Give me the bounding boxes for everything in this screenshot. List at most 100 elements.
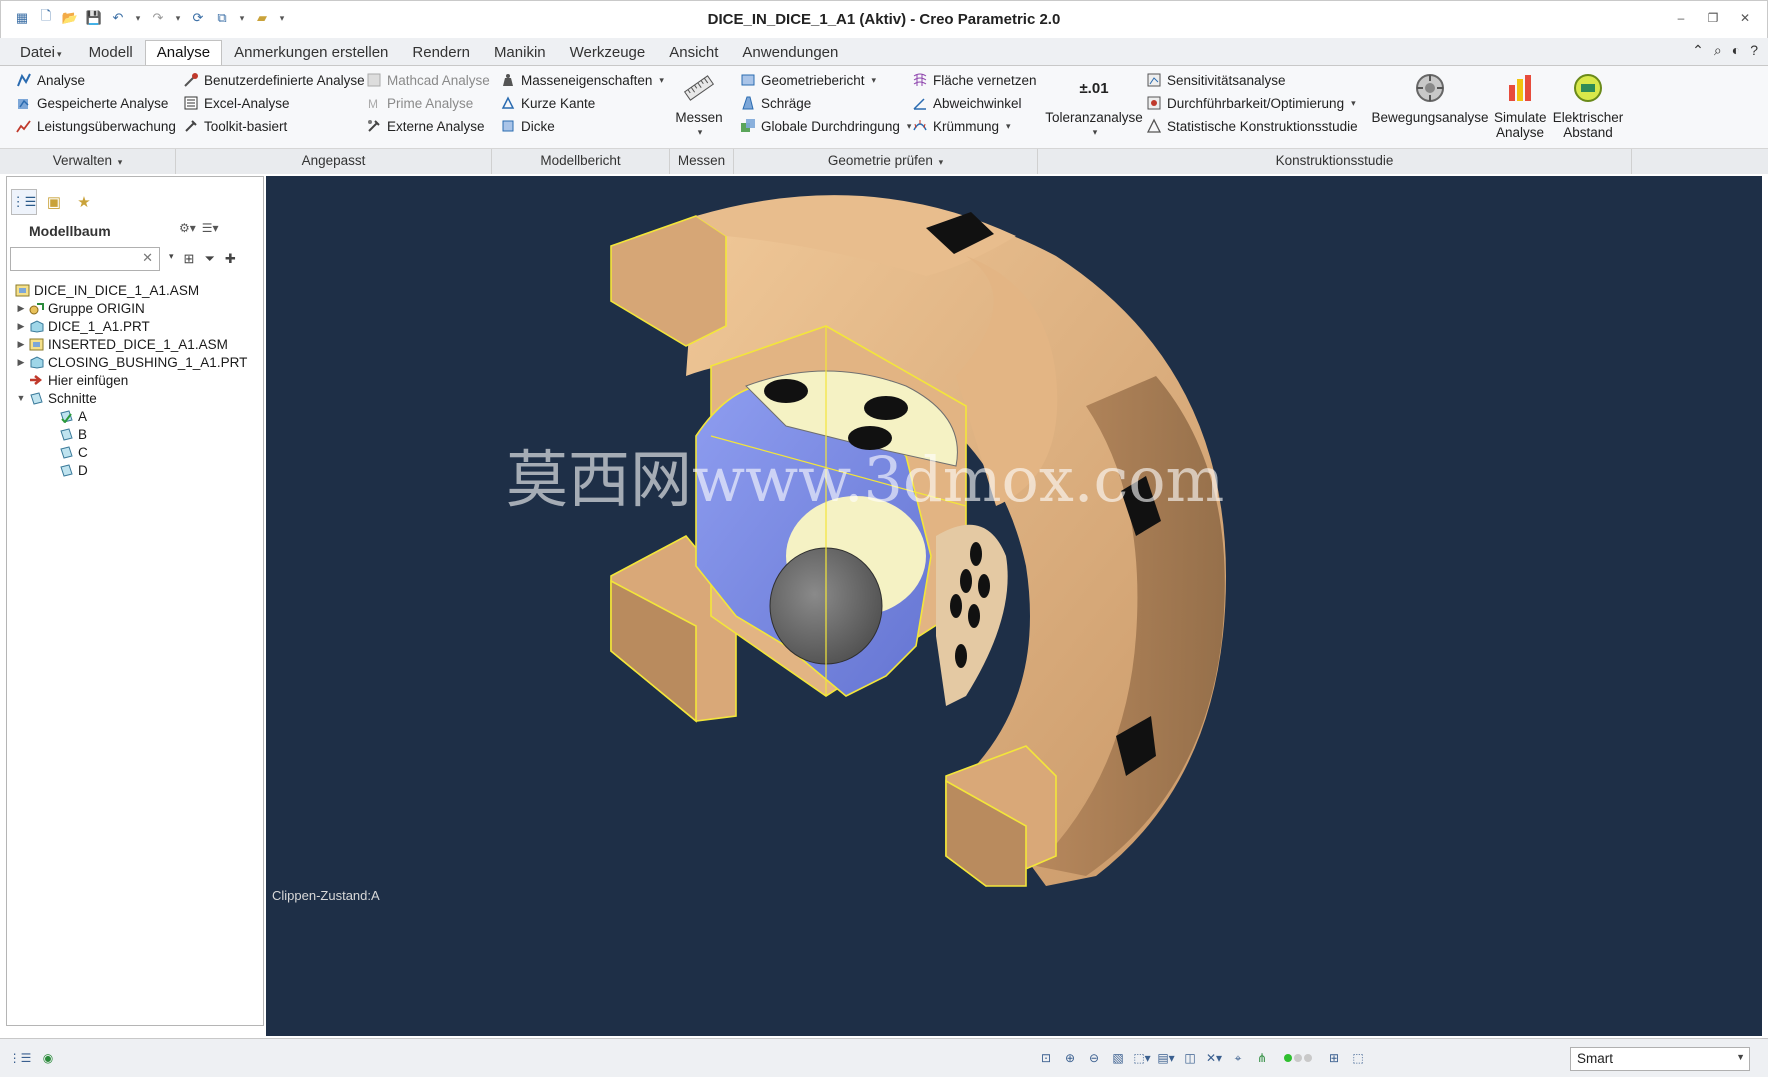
deviation-angle-button[interactable]: Abweichwinkel — [912, 92, 1022, 114]
find-icon[interactable]: ⊞ — [1324, 1049, 1344, 1067]
tab-modell[interactable]: Modell — [77, 40, 145, 66]
draft-button[interactable]: Schräge — [740, 92, 811, 114]
filter-icon[interactable]: ⏷ — [204, 251, 214, 267]
undo-icon[interactable]: ↶ — [109, 9, 127, 27]
browser-toggle-icon[interactable]: ◉ — [38, 1049, 58, 1067]
customize-icon[interactable]: ▾ — [277, 9, 287, 27]
feasibility-button[interactable]: Durchführbarkeit/Optimierung ▾ — [1146, 92, 1356, 114]
clear-icon[interactable]: ✕ — [142, 250, 153, 266]
datum-display-icon[interactable]: ✕▾ — [1204, 1049, 1224, 1067]
undo-dropdown-icon[interactable]: ▾ — [133, 9, 143, 27]
graphics-viewport[interactable]: 莫西网www.3dmox.com — [266, 176, 1762, 1036]
tree-item[interactable]: ▶ DICE_1_A1.PRT — [7, 317, 263, 335]
tolerance-analysis-button[interactable]: ±.01 Toleranzanalyse ▾ — [1044, 70, 1144, 140]
expand-icon[interactable]: ▶ — [15, 303, 27, 314]
saved-analysis-button[interactable]: Gespeicherte Analyse — [16, 92, 168, 114]
performance-monitor-button[interactable]: Leistungsüberwachung — [16, 115, 176, 137]
search-dropdown-icon[interactable]: ▾ — [169, 251, 174, 267]
zoom-in-icon[interactable]: ⊕ — [1060, 1049, 1080, 1067]
excel-analysis-button[interactable]: Excel-Analyse — [183, 92, 290, 114]
help-icon[interactable]: ? — [1750, 42, 1758, 59]
close-window-icon[interactable]: ▰ — [253, 9, 271, 27]
collapse-icon[interactable]: ▼ — [15, 393, 27, 403]
analyse-button[interactable]: Analyse — [16, 69, 85, 91]
measure-button[interactable]: Messen ▾ — [674, 70, 724, 140]
tree-item[interactable]: DICE_IN_DICE_1_A1.ASM — [7, 281, 263, 299]
tab-anwendungen[interactable]: Anwendungen — [730, 40, 850, 66]
folder-browser-tab[interactable]: ▣ — [41, 189, 67, 215]
view-manager-icon[interactable]: ◫ — [1180, 1049, 1200, 1067]
community-icon[interactable]: ◐ — [1732, 42, 1740, 59]
navigator-toggle-icon[interactable]: ⋮☰ — [9, 1049, 32, 1067]
expand-icon[interactable]: ▶ — [15, 357, 27, 368]
tree-settings-icon[interactable]: ⚙▾ — [179, 221, 196, 235]
tree-item[interactable]: ▶ Gruppe ORIGIN — [7, 299, 263, 317]
restore-icon[interactable]: ❐ — [1705, 11, 1721, 25]
statistical-study-button[interactable]: Statistische Konstruktionsstudie — [1146, 115, 1358, 137]
spin-center-icon[interactable]: ⌖ — [1228, 1049, 1248, 1067]
app-icon[interactable]: ▦ — [13, 9, 31, 27]
tree-item[interactable]: C — [7, 443, 263, 461]
simulate-analysis-button[interactable]: Simulate Analyse — [1494, 70, 1547, 140]
redo-icon[interactable]: ↷ — [149, 9, 167, 27]
external-analysis-button[interactable]: Externe Analyse — [366, 115, 485, 137]
tree-item[interactable]: ▶ CLOSING_BUSHING_1_A1.PRT — [7, 353, 263, 371]
collapse-ribbon-icon[interactable]: ⌃ — [1692, 42, 1704, 59]
selection-icon[interactable]: ⬚ — [1348, 1049, 1368, 1067]
favorites-tab[interactable]: ★ — [71, 189, 97, 215]
tree-item[interactable]: A — [7, 407, 263, 425]
zoom-out-icon[interactable]: ⊖ — [1084, 1049, 1104, 1067]
selection-filter[interactable]: Smart ▼ — [1570, 1047, 1750, 1071]
expand-icon[interactable]: ▶ — [15, 321, 27, 332]
tree-item[interactable]: ▼ Schnitte — [7, 389, 263, 407]
mathcad-analysis-button[interactable]: Mathcad Analyse — [366, 69, 490, 91]
saved-orientations-icon[interactable]: ⬚▾ — [1132, 1049, 1152, 1067]
tab-manikin[interactable]: Manikin — [482, 40, 558, 66]
tab-ansicht[interactable]: Ansicht — [657, 40, 730, 66]
model-tree-tab[interactable]: ⋮☰ — [11, 189, 37, 215]
new-icon[interactable]: 🗋 — [37, 8, 55, 27]
show-icon[interactable]: ☰▾ — [202, 221, 219, 235]
sensitivity-analysis-button[interactable]: Sensitivitätsanalyse — [1146, 69, 1286, 91]
tab-datei[interactable]: Datei ▾ — [8, 40, 77, 66]
geometry-report-button[interactable]: Geometriebericht ▾ — [740, 69, 876, 91]
tree-item[interactable]: B — [7, 425, 263, 443]
group-verwalten[interactable]: Verwalten ▾ — [0, 149, 176, 174]
curvature-button[interactable]: Krümmung ▾ — [912, 115, 1011, 137]
short-edge-button[interactable]: Kurze Kante — [500, 92, 595, 114]
tab-werkzeuge[interactable]: Werkzeuge — [558, 40, 658, 66]
thickness-button[interactable]: Dicke — [500, 115, 555, 137]
tree-search-input[interactable]: ✕ — [10, 247, 160, 271]
close-icon[interactable]: ✕ — [1737, 11, 1753, 25]
tree-item[interactable]: Hier einfügen — [7, 371, 263, 389]
custom-analysis-button[interactable]: Benutzerdefinierte Analyse — [183, 69, 365, 91]
regenerate-icon[interactable]: ⟳ — [189, 9, 207, 27]
minimize-icon[interactable]: ‒ — [1673, 11, 1689, 25]
tree-item[interactable]: D — [7, 461, 263, 479]
mass-properties-button[interactable]: Masseneigenschaften ▾ — [500, 69, 664, 91]
repaint-icon[interactable]: ▧ — [1108, 1049, 1128, 1067]
prime-analysis-button[interactable]: M Prime Analyse — [366, 92, 473, 114]
tab-analyse[interactable]: Analyse — [144, 40, 223, 66]
tab-anmerkungen[interactable]: Anmerkungen erstellen — [222, 40, 400, 66]
group-geometrie[interactable]: Geometrie prüfen ▾ — [734, 149, 1038, 174]
surface-mesh-button[interactable]: Fläche vernetzen — [912, 69, 1037, 91]
refit-icon[interactable]: ⊡ — [1036, 1049, 1056, 1067]
tree-item[interactable]: ▶ INSERTED_DICE_1_A1.ASM — [7, 335, 263, 353]
display-style-icon[interactable]: ▤▾ — [1156, 1049, 1176, 1067]
toolkit-button[interactable]: Toolkit-basiert — [183, 115, 287, 137]
find-icon[interactable]: ⊞ — [184, 251, 195, 267]
add-icon[interactable]: ✚ — [225, 251, 236, 267]
motion-analysis-button[interactable]: Bewegungsanalyse — [1371, 70, 1489, 125]
expand-icon[interactable]: ▶ — [15, 339, 27, 350]
electrical-clearance-button[interactable]: Elektrischer Abstand — [1552, 70, 1624, 140]
annotation-display-icon[interactable]: ⋔ — [1252, 1049, 1272, 1067]
redo-dropdown-icon[interactable]: ▾ — [173, 9, 183, 27]
search-icon[interactable]: ⌕ — [1714, 42, 1722, 59]
windows-icon[interactable]: ⧉ — [213, 9, 231, 27]
open-icon[interactable]: 📂 — [61, 9, 79, 27]
global-interference-button[interactable]: Globale Durchdringung ▾ — [740, 115, 911, 137]
tab-rendern[interactable]: Rendern — [400, 40, 482, 66]
windows-dropdown-icon[interactable]: ▾ — [237, 9, 247, 27]
save-icon[interactable]: 💾 — [85, 9, 103, 27]
